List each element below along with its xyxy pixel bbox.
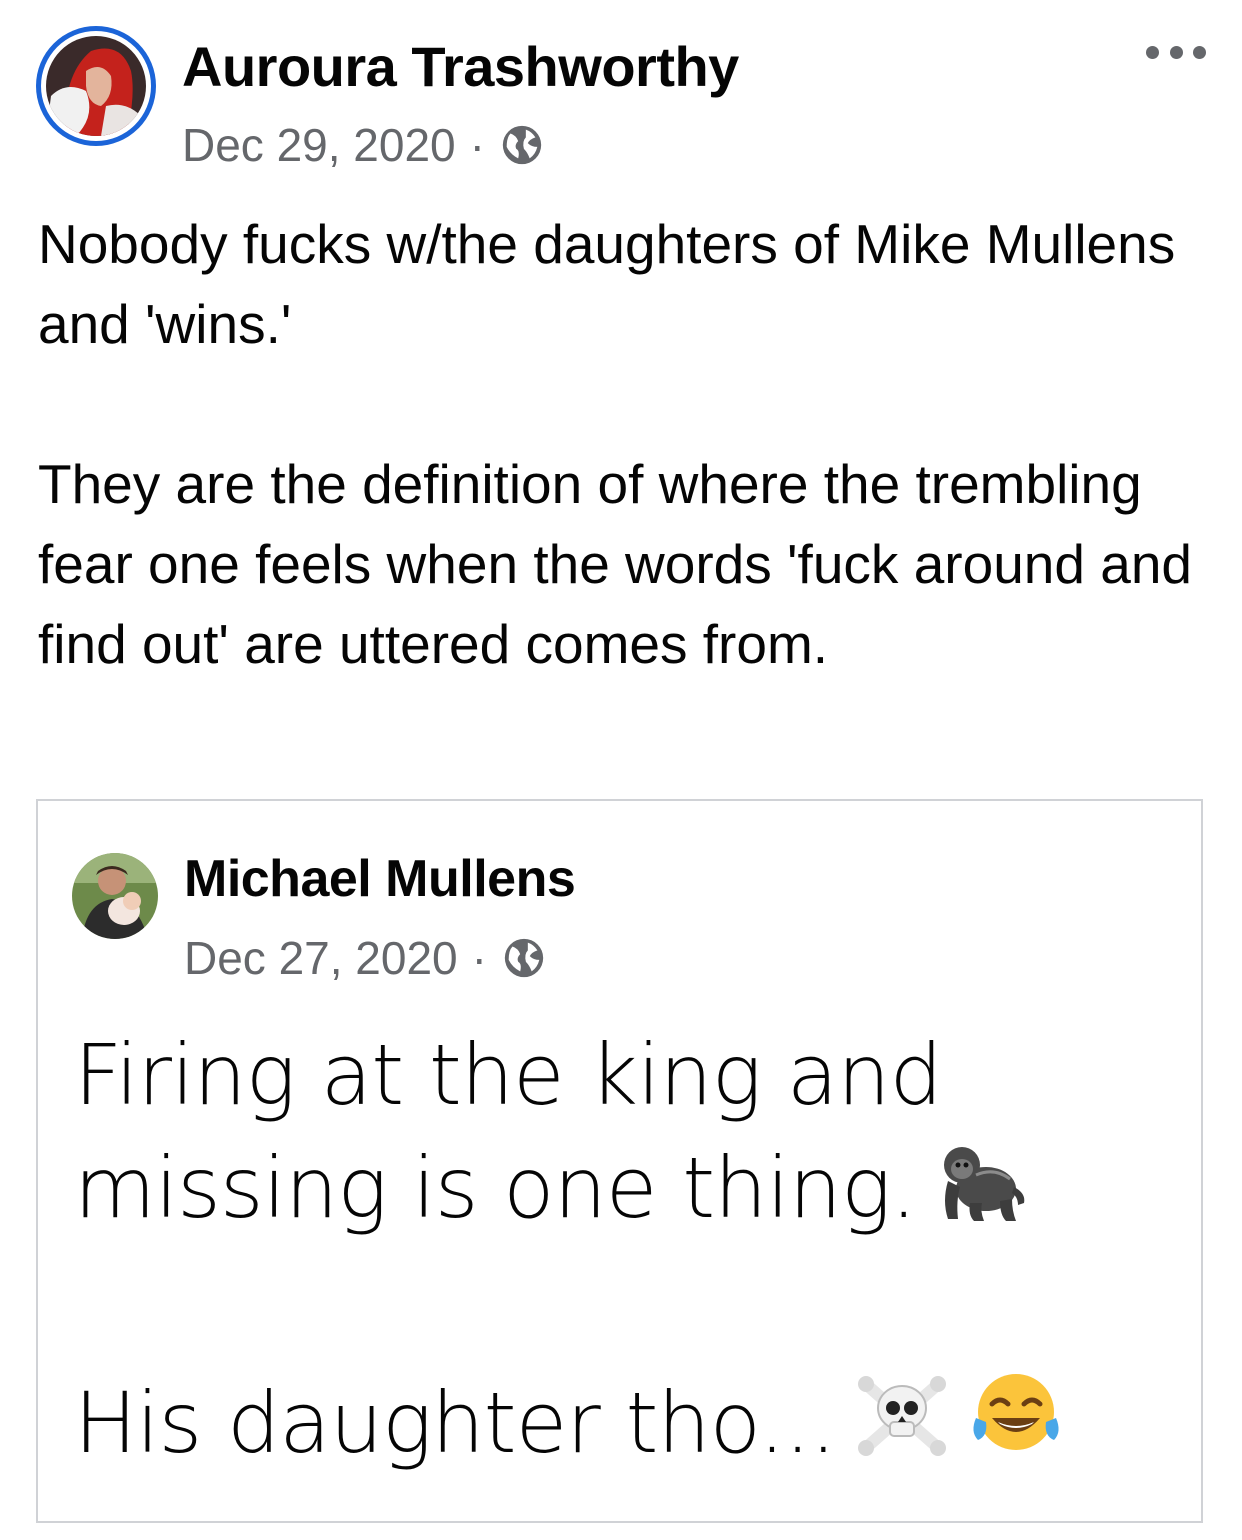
shared-text-line-with-emoji: His daughter tho... xyxy=(74,1366,1184,1489)
more-options-icon[interactable] xyxy=(1146,44,1206,60)
author-avatar[interactable] xyxy=(36,26,156,146)
gorilla-emoji xyxy=(934,1131,1030,1254)
shared-author-avatar[interactable] xyxy=(72,853,158,939)
shared-author-name[interactable]: Michael Mullens xyxy=(184,849,576,909)
meta-separator: · xyxy=(469,119,485,171)
skull-crossbones-emoji xyxy=(854,1366,950,1489)
shared-text-line-with-emoji: missing is one thing. xyxy=(74,1131,1184,1254)
globe-icon xyxy=(501,935,547,981)
avatar-image xyxy=(46,36,146,136)
shared-text-line: missing is one thing. xyxy=(74,1139,917,1237)
shared-post-date[interactable]: Dec 27, 2020 xyxy=(184,931,458,985)
shared-post-text: Firing at the king and missing is one th… xyxy=(74,1019,1184,1489)
shared-post-meta: Dec 27, 2020 · xyxy=(184,931,547,985)
shared-text-line: His daughter tho... xyxy=(74,1374,837,1472)
post-date[interactable]: Dec 29, 2020 xyxy=(182,118,456,172)
tears-of-joy-emoji xyxy=(968,1366,1064,1489)
facebook-post: Auroura Trashworthy Dec 29, 2020 · Nobod… xyxy=(0,0,1242,1540)
globe-icon xyxy=(499,122,545,168)
author-name[interactable]: Auroura Trashworthy xyxy=(182,34,739,99)
meta-separator: · xyxy=(471,932,487,984)
post-meta: Dec 29, 2020 · xyxy=(182,118,545,172)
shared-text-line: Firing at the king and xyxy=(74,1026,943,1124)
shared-post[interactable]: Michael Mullens Dec 27, 2020 · Firing at… xyxy=(36,799,1203,1523)
post-text: Nobody fucks w/the daughters of Mike Mul… xyxy=(38,213,1193,675)
